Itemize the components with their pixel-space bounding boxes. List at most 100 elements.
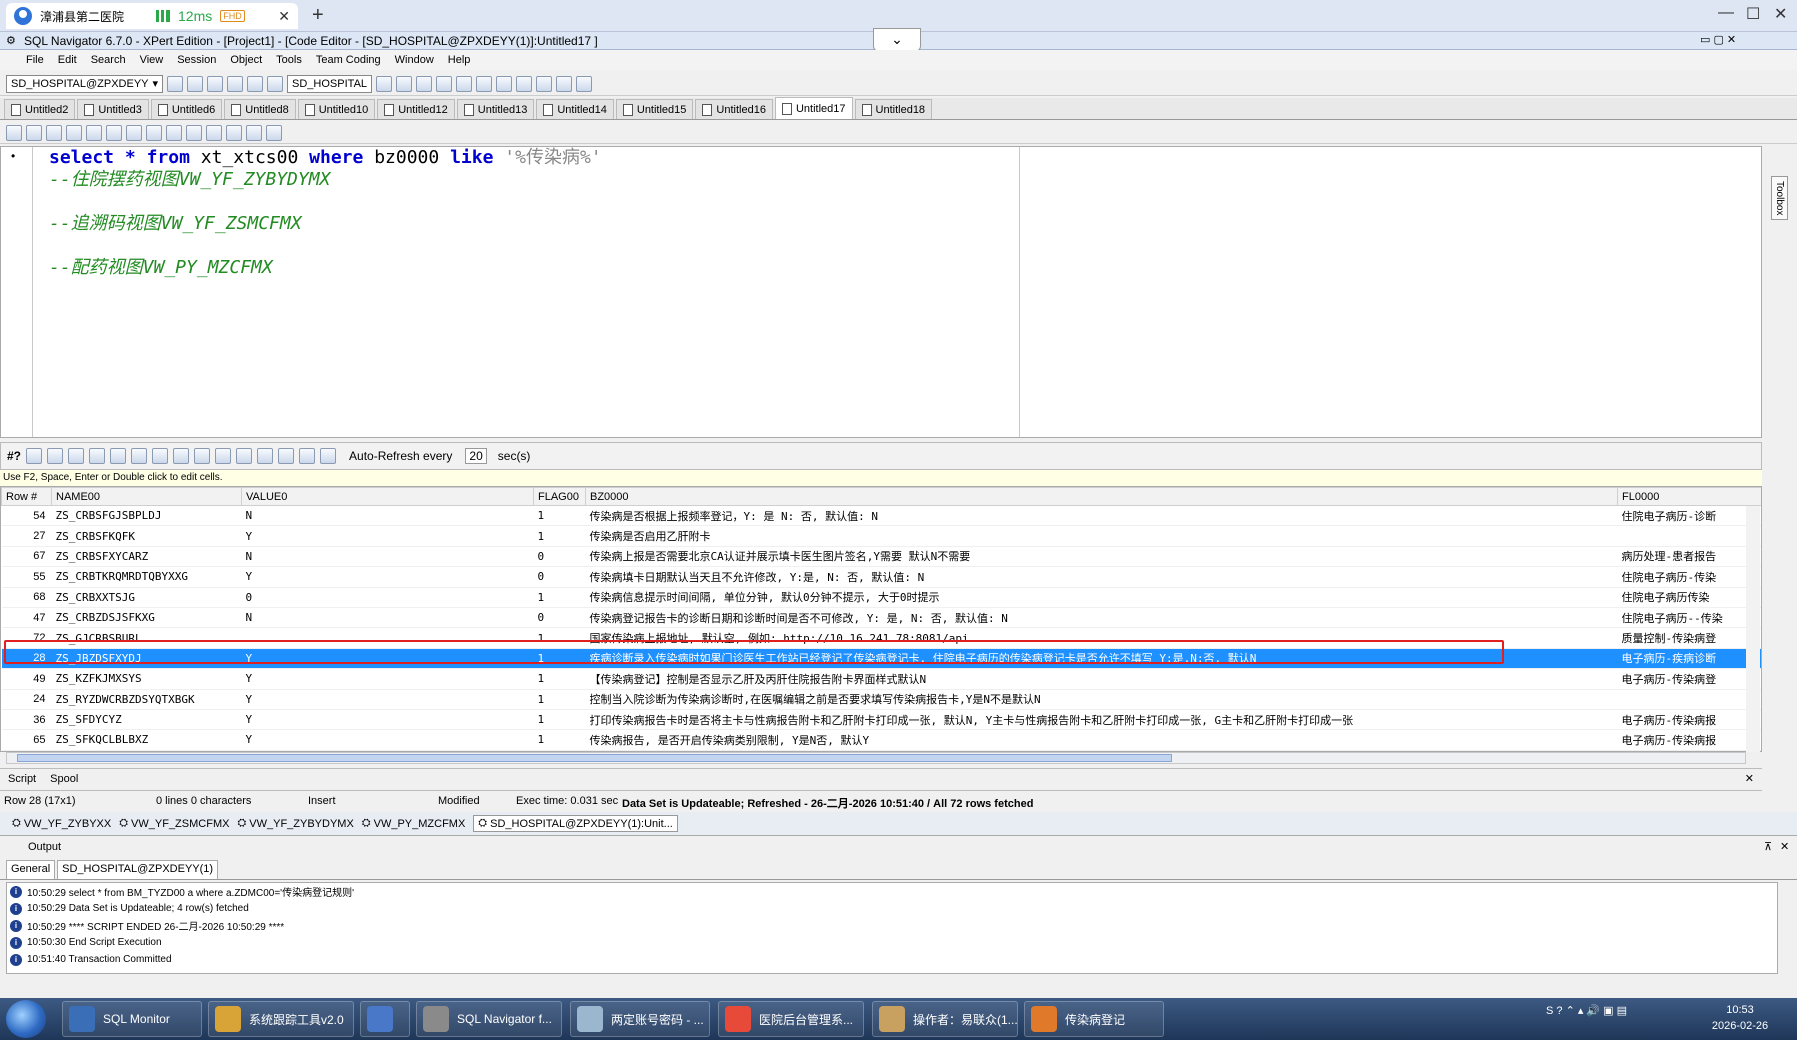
value-cell[interactable]: 0 (241, 587, 534, 608)
category-cell[interactable]: 电子病历-传染病报 (1617, 709, 1761, 731)
grid-vertical-scrollbar[interactable] (1746, 506, 1760, 752)
back-icon[interactable] (6, 124, 22, 141)
category-cell[interactable]: 住院电子病历传染 (1617, 587, 1761, 608)
filter-icon[interactable] (126, 124, 142, 141)
row-number[interactable]: 67 (1, 546, 52, 568)
table-row[interactable]: 68 ZS_CRBXXTSJG 0 1 传染病信息提示时间间隔, 单位分钟, 默认0分钟… (1, 587, 1761, 608)
last-record-icon[interactable] (215, 448, 232, 464)
spool-tab[interactable]: Spool (50, 773, 78, 785)
prev-icon[interactable] (186, 124, 202, 141)
schema-select[interactable]: SD_HOSPITAL (287, 74, 373, 93)
toolbox-tab[interactable]: Toolbox (1771, 176, 1788, 221)
name-cell[interactable]: ZS_CRBXXTSJG (51, 587, 242, 608)
clear-filter-icon[interactable] (47, 448, 64, 464)
row-number[interactable]: 47 (1, 607, 52, 629)
maximize-icon[interactable]: ☐ (1746, 4, 1760, 24)
pin-icon[interactable]: ⊼ (1764, 840, 1772, 853)
new-file-icon[interactable] (46, 124, 62, 141)
clock[interactable]: 10:53 2026-02-26 (1690, 1002, 1790, 1034)
doc-tab[interactable]: Untitled3 (77, 99, 149, 119)
value-cell[interactable]: Y (241, 709, 534, 731)
post-icon[interactable] (278, 448, 295, 464)
connect-icon[interactable] (167, 75, 184, 92)
value-cell[interactable]: Y (241, 729, 534, 751)
value-cell[interactable]: Y (241, 525, 534, 547)
category-cell[interactable]: 电子病历-传染病报 (1617, 729, 1761, 751)
column-header[interactable]: BZ0000 (585, 487, 1618, 506)
scroll-thumb[interactable] (17, 754, 1172, 762)
close-icon[interactable]: ✕ (1780, 840, 1789, 853)
menu-window[interactable]: Window (395, 54, 434, 66)
doc-tab[interactable]: Untitled8 (224, 99, 296, 119)
close-icon[interactable]: ✕ (1745, 772, 1754, 785)
window-icon[interactable] (456, 75, 473, 92)
description-cell[interactable]: 传染病是否启用乙肝附卡 (585, 525, 1618, 547)
description-cell[interactable]: 传染病登记报告卡的诊断日期和诊断时间是否不可修改, Y: 是, N: 否, 默认… (585, 607, 1618, 629)
next-icon[interactable] (226, 124, 242, 141)
settings-icon[interactable] (576, 75, 593, 92)
flag-cell[interactable]: 1 (533, 505, 586, 527)
code-editor[interactable]: • select * from xt_xtcs00 where bz0000 l… (0, 146, 1762, 438)
flag-cell[interactable]: 1 (533, 668, 586, 690)
table-row[interactable]: 27 ZS_CRBSFKQFK Y 1 传染病是否启用乙肝附卡 (1, 525, 1761, 547)
flag-cell[interactable]: 1 (533, 689, 586, 710)
table-row[interactable]: 67 ZS_CRBSFXYCARZ N 0 传染病上报是否需要北京CA认证并展示填卡医生… (1, 546, 1761, 568)
open-file-icon[interactable] (66, 124, 82, 141)
taskbar-item[interactable]: 传染病登记 (1024, 1001, 1164, 1037)
taskbar-item[interactable]: SQL Navigator f... (416, 1001, 562, 1037)
first-record-icon[interactable] (152, 448, 169, 464)
layout-icon[interactable] (536, 75, 553, 92)
doc-tab[interactable]: Untitled17 (774, 97, 853, 119)
table-row[interactable]: 36 ZS_SFDYCYZ Y 1 打印传染病报告卡时是否将主卡与性病报告附卡和乙肝附卡… (1, 709, 1761, 731)
row-number[interactable]: 65 (1, 729, 52, 751)
commit-icon[interactable] (247, 75, 264, 92)
menu-file[interactable]: File (26, 54, 44, 66)
taskbar-item[interactable]: 操作者：易联众(1... (872, 1001, 1018, 1037)
category-cell[interactable]: 质量控制-传染病登 (1617, 627, 1761, 649)
tree-icon[interactable] (516, 75, 533, 92)
doc-tab[interactable]: Untitled15 (615, 99, 694, 119)
first-icon[interactable] (166, 124, 182, 141)
disconnect-icon[interactable] (187, 75, 204, 92)
table-row[interactable]: 24 ZS_RYZDWCRBZDSYQTXBGK Y 1 控制当入院诊断为传染病诊断时,… (1, 689, 1761, 710)
menu-object[interactable]: Object (230, 54, 262, 66)
description-cell[interactable]: 传染病上报是否需要北京CA认证并展示填卡医生图片签名,Y需要 默认N不需要 (585, 546, 1618, 568)
script-tab[interactable]: Script (8, 773, 36, 785)
object-tab[interactable]: ⛭ VW_PY_MZCFMX (362, 817, 466, 830)
taskbar-item[interactable]: 两定账号密码 - ... (570, 1001, 710, 1037)
doc-tab[interactable]: Untitled10 (297, 99, 376, 119)
doc-tab[interactable]: Untitled18 (854, 99, 933, 119)
description-cell[interactable]: 传染病报告, 是否开启传染病类别限制, Y是N否, 默认Y (585, 729, 1618, 751)
filter-icon[interactable] (396, 75, 413, 92)
menu-edit[interactable]: Edit (58, 54, 77, 66)
format-icon[interactable] (146, 124, 162, 141)
object-icon[interactable] (496, 75, 513, 92)
add-record-icon[interactable] (236, 448, 253, 464)
doc-tab[interactable]: Untitled6 (150, 99, 223, 119)
rollback-icon[interactable] (267, 75, 284, 92)
find-icon[interactable] (416, 75, 433, 92)
stop-icon[interactable] (266, 124, 282, 141)
name-cell[interactable]: ZS_KZFKJMXSYS (51, 668, 242, 690)
column-header[interactable]: Row # (1, 487, 52, 506)
flag-cell[interactable]: 0 (533, 566, 586, 588)
taskbar-item[interactable]: 医院后台管理系... (718, 1001, 864, 1037)
debug-icon[interactable] (476, 75, 493, 92)
filter-icon[interactable] (26, 448, 43, 464)
refresh-icon[interactable] (89, 448, 106, 464)
grid-view-icon[interactable] (299, 448, 316, 464)
result-grid[interactable]: Row # NAME00 VALUE0 FLAG00 BZ0000 FL0000 54 ZS… (0, 486, 1762, 752)
flag-cell[interactable]: 1 (533, 525, 586, 547)
category-cell[interactable]: 住院电子病历--传染 (1617, 607, 1761, 629)
name-cell[interactable]: ZS_RYZDWCRBZDSYQTXBGK (51, 689, 242, 710)
value-cell[interactable]: N (241, 546, 534, 568)
print-icon[interactable] (110, 448, 127, 464)
doc-tab[interactable]: Untitled2 (4, 99, 76, 119)
row-number[interactable]: 68 (1, 587, 52, 608)
menu-view[interactable]: View (140, 54, 164, 66)
name-cell[interactable]: ZS_CRBTKRQMRDTQBYXXG (51, 566, 242, 588)
name-cell[interactable]: ZS_CRBSFXYCARZ (51, 546, 242, 568)
output-tab-session[interactable]: SD_HOSPITAL@ZPXDEYY(1) (57, 860, 219, 879)
row-number[interactable]: 27 (1, 525, 52, 547)
flag-cell[interactable]: 1 (533, 587, 586, 608)
